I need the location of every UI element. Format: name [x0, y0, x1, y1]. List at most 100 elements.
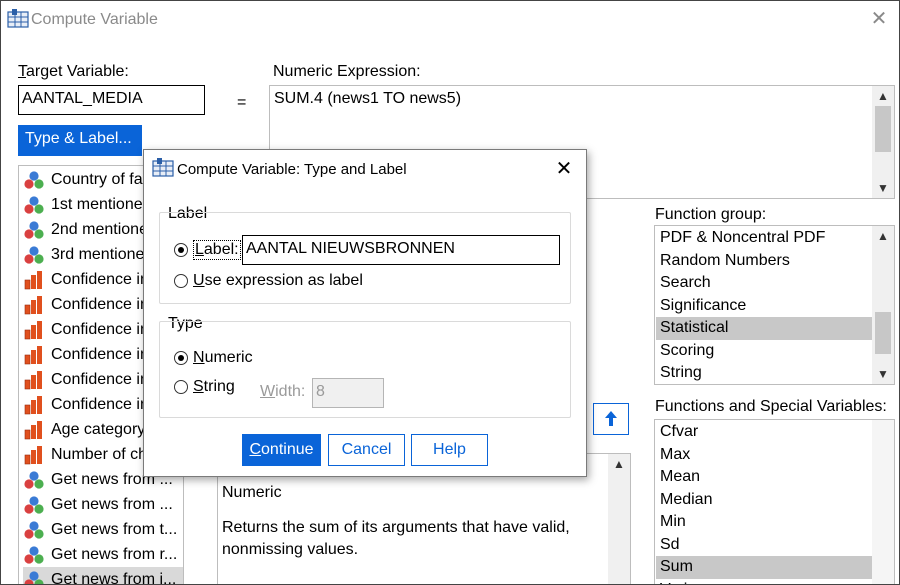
nominal-icon [23, 495, 45, 515]
description-text-2: nonmissing values. [222, 541, 359, 558]
radio-selected-icon [174, 243, 188, 257]
scroll-up-icon[interactable]: ▲ [872, 86, 894, 106]
compute-variable-window: Compute Variable ✕ Target Variable: AANT… [0, 0, 900, 585]
dialog-title-bar: Compute Variable: Type and Label ✕ [144, 150, 586, 188]
variable-list-item[interactable]: Get news from r... [23, 542, 183, 567]
numeric-text: Numeric [193, 349, 253, 366]
ordinal-icon [23, 445, 45, 465]
type-label-button[interactable]: Type & Label... [18, 125, 142, 156]
equals-sign: = [237, 94, 247, 111]
numeric-expression-text: SUM.4 (news1 TO news5) [274, 90, 462, 107]
description-type: Numeric [222, 484, 282, 501]
variable-list-item[interactable]: Get news from t... [23, 517, 183, 542]
close-icon[interactable]: ✕ [867, 7, 891, 31]
dialog-title: Compute Variable: Type and Label [177, 161, 407, 178]
arrow-up-icon [605, 411, 617, 426]
variable-name: Number of ch [51, 445, 148, 463]
ordinal-icon [23, 345, 45, 365]
string-text: String [193, 378, 235, 395]
functions-scrollbar[interactable] [872, 420, 894, 584]
function-item[interactable]: Cfvar [656, 421, 873, 444]
nominal-icon [23, 220, 45, 240]
function-item[interactable]: Variance [656, 579, 873, 585]
scroll-up-icon[interactable]: ▲ [608, 454, 630, 474]
string-radio[interactable]: String [174, 378, 235, 396]
nominal-icon [23, 520, 45, 540]
type-and-label-dialog: Compute Variable: Type and Label ✕ Label… [143, 149, 587, 477]
function-group-item[interactable]: Search [656, 272, 873, 295]
scroll-down-icon[interactable]: ▼ [872, 364, 894, 384]
radio-selected-icon [174, 351, 188, 365]
functions-list[interactable]: VarianceSumSdMinMedianMeanMaxCfvar [654, 419, 895, 585]
move-up-button[interactable] [593, 403, 629, 435]
variable-name: Confidence ir [51, 320, 146, 338]
variable-list-item[interactable]: Get news from i... [23, 567, 183, 585]
close-icon[interactable]: ✕ [552, 157, 576, 181]
continue-button[interactable]: Continue [242, 434, 321, 466]
variable-name: Confidence ir [51, 370, 146, 388]
variable-name: Get news from r... [51, 545, 178, 563]
expression-scrollbar[interactable]: ▲ ▼ [872, 86, 894, 198]
ordinal-icon [23, 370, 45, 390]
function-item[interactable]: Sd [656, 534, 873, 557]
nominal-icon [23, 195, 45, 215]
variable-name: Get news from i... [51, 570, 177, 585]
target-variable-input[interactable]: AANTAL_MEDIA [18, 85, 205, 115]
function-group-list[interactable]: String Scoring Statistical Significance Sear… [654, 225, 895, 385]
variable-name: Age category [51, 420, 146, 438]
spss-app-icon [7, 9, 29, 28]
cancel-button[interactable]: Cancel [328, 434, 405, 466]
variable-name: Confidence ir [51, 345, 146, 363]
label-radio-text: Label: [193, 240, 241, 260]
function-group-label: Function group: [655, 206, 767, 223]
variable-name: 1st mentione [51, 195, 143, 213]
scroll-thumb[interactable] [875, 312, 891, 354]
function-item[interactable]: Min [656, 511, 873, 534]
scroll-down-icon[interactable]: ▼ [872, 178, 894, 198]
function-group-item[interactable]: Scoring [656, 340, 873, 363]
width-label: Width: [260, 383, 306, 400]
target-variable-label: Target Variable: [18, 63, 129, 80]
spss-app-icon [152, 158, 174, 177]
variable-name: Confidence ir [51, 295, 146, 313]
nominal-icon [23, 570, 45, 584]
function-group-item[interactable]: Statistical [656, 317, 873, 340]
function-item[interactable]: Sum [656, 556, 873, 579]
ordinal-icon [23, 395, 45, 415]
ordinal-icon [23, 420, 45, 440]
variable-name: Get news from ... [51, 495, 173, 513]
numeric-radio[interactable]: Numeric [174, 349, 253, 367]
description-scrollbar[interactable]: ▲ [608, 454, 630, 584]
label-radio[interactable]: Label: [174, 240, 241, 260]
ordinal-icon [23, 320, 45, 340]
function-group-item[interactable]: Significance [656, 295, 873, 318]
function-group-item[interactable]: Random Numbers [656, 250, 873, 273]
label-input[interactable]: AANTAL NIEUWSBRONNEN [242, 235, 560, 265]
help-button[interactable]: Help [411, 434, 488, 466]
nominal-icon [23, 545, 45, 565]
scroll-thumb[interactable] [875, 106, 891, 152]
function-item[interactable]: Median [656, 489, 873, 512]
variable-name: 3rd mentione [51, 245, 145, 263]
numeric-expression-label: Numeric Expression: [273, 63, 421, 80]
ordinal-icon [23, 270, 45, 290]
function-item[interactable]: Max [656, 444, 873, 467]
nominal-icon [23, 470, 45, 490]
scroll-up-icon[interactable]: ▲ [872, 226, 894, 246]
use-expression-text: Use expression as label [193, 272, 363, 289]
function-group-item[interactable]: String [656, 362, 873, 384]
nominal-icon [23, 245, 45, 265]
radio-unselected-icon [174, 380, 188, 394]
variable-name: Country of fa [51, 170, 143, 188]
use-expression-radio[interactable]: Use expression as label [174, 272, 363, 290]
function-group-item[interactable]: PDF & Noncentral PDF [656, 227, 873, 250]
nominal-icon [23, 170, 45, 190]
variable-list-item[interactable]: Get news from ... [23, 492, 183, 517]
variable-name: 2nd mentione [51, 220, 148, 238]
description-text-1: Returns the sum of its arguments that ha… [222, 519, 570, 536]
function-item[interactable]: Mean [656, 466, 873, 489]
title-bar: Compute Variable ✕ [1, 1, 899, 39]
ordinal-icon [23, 295, 45, 315]
function-group-scrollbar[interactable]: ▲ ▼ [872, 226, 894, 384]
variable-name: Get news from t... [51, 520, 178, 538]
